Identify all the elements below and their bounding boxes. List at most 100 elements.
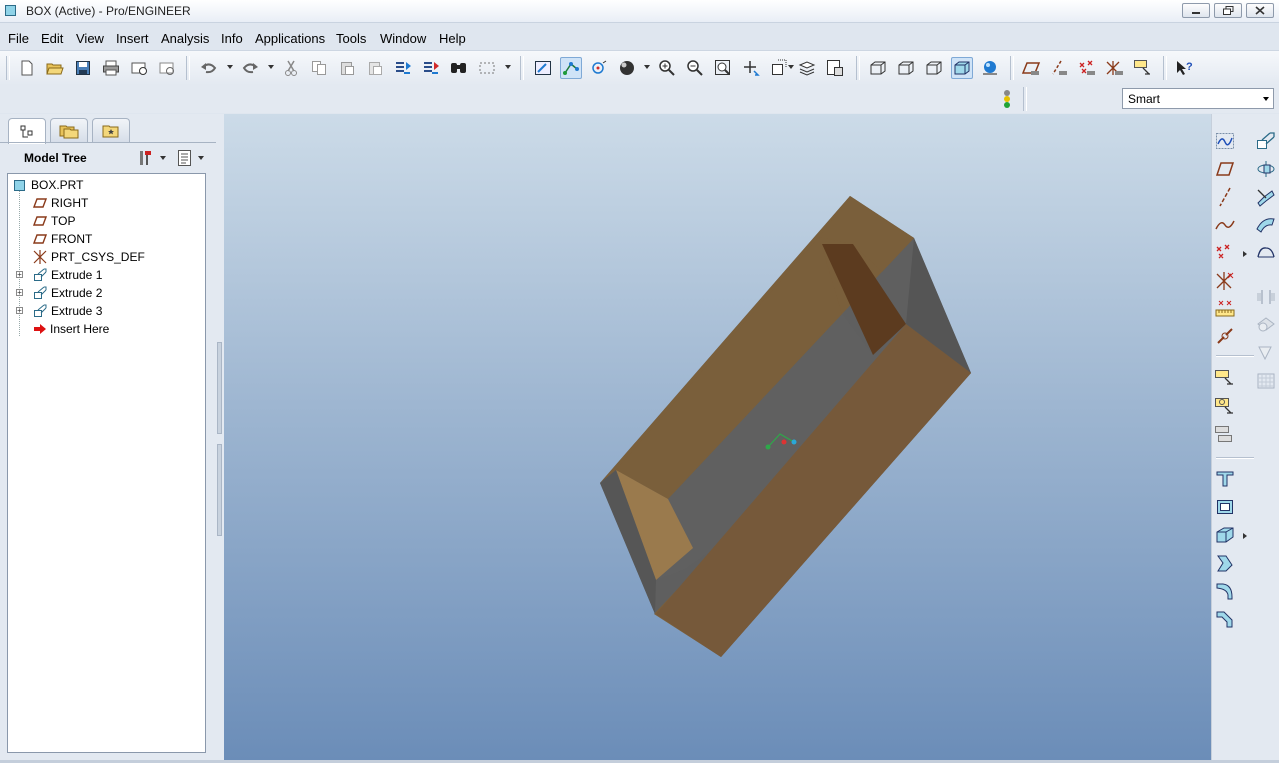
menu-insert[interactable]: Insert (116, 31, 149, 46)
sweep-dropdown-arrow[interactable] (1243, 533, 1247, 539)
extrude-tool-icon[interactable] (1214, 468, 1236, 490)
datum-axes-icon[interactable] (1048, 57, 1070, 79)
chamfer-tool-icon[interactable] (1214, 608, 1236, 630)
cut-icon[interactable] (280, 57, 302, 79)
tree-item-right[interactable]: RIGHT (8, 194, 203, 212)
menu-edit[interactable]: Edit (41, 31, 63, 46)
boundary-blend-icon[interactable] (1255, 242, 1277, 264)
refit-icon[interactable] (712, 57, 734, 79)
enhanced-realism-icon[interactable] (979, 57, 1001, 79)
datum-points-icon[interactable] (1076, 57, 1098, 79)
annotation-feature-icon[interactable] (1214, 368, 1236, 390)
select-box-icon[interactable] (476, 57, 498, 79)
shading-icon[interactable] (951, 57, 973, 79)
tree-item-extrude-1[interactable]: + Extrude 1 (8, 266, 203, 284)
layers-icon[interactable] (796, 57, 818, 79)
tree-item-extrude-3[interactable]: + Extrude 3 (8, 302, 203, 320)
tree-settings-icon[interactable] (135, 147, 157, 169)
appearance-dropdown-arrow[interactable] (644, 65, 650, 69)
hidden-line-icon[interactable] (895, 57, 917, 79)
variable-sweep-icon[interactable] (1214, 524, 1236, 546)
datum-plane-tool-icon[interactable] (1214, 158, 1236, 180)
maximize-button[interactable] (1214, 3, 1242, 18)
extrude-shape-icon[interactable] (1255, 130, 1277, 152)
copy-icon[interactable] (308, 57, 330, 79)
view-manager-icon[interactable] (824, 57, 846, 79)
wireframe-icon[interactable] (867, 57, 889, 79)
tree-item-prt-csys-def[interactable]: PRT_CSYS_DEF (8, 248, 203, 266)
annotations-icon[interactable] (1132, 57, 1154, 79)
note-feature-icon[interactable] (1214, 396, 1236, 418)
publish-geometry-icon[interactable] (1214, 326, 1236, 348)
tree-show-icon[interactable] (174, 147, 196, 169)
blend-boundary-icon[interactable] (1214, 552, 1236, 574)
context-help-icon[interactable]: ? (1174, 57, 1196, 79)
menu-info[interactable]: Info (221, 31, 243, 46)
regenerate-icon[interactable] (392, 57, 414, 79)
paste-icon[interactable] (336, 57, 358, 79)
open-icon[interactable] (44, 57, 66, 79)
repaint-icon[interactable] (532, 57, 554, 79)
find-icon[interactable] (448, 57, 470, 79)
set-datum-icon[interactable] (1214, 424, 1236, 446)
regenerate-manager-icon[interactable] (420, 57, 442, 79)
tree-item-extrude-2[interactable]: + Extrude 2 (8, 284, 203, 302)
menu-file[interactable]: File (8, 31, 29, 46)
datum-curve-tool-icon[interactable] (1214, 214, 1236, 236)
analysis-feature-icon[interactable] (1214, 298, 1236, 320)
pattern-icon[interactable] (1255, 370, 1277, 392)
tree-item-top[interactable]: TOP (8, 212, 203, 230)
splitter-grip[interactable] (217, 342, 222, 434)
select-dropdown-arrow[interactable] (505, 65, 511, 69)
mirror-icon[interactable] (1255, 286, 1277, 308)
tree-item-insert-here[interactable]: Insert Here (8, 320, 203, 338)
datum-axis-tool-icon[interactable] (1214, 186, 1236, 208)
tree-item-box-prt[interactable]: BOX.PRT (8, 176, 203, 194)
trim-icon[interactable] (1255, 342, 1277, 364)
model-tree-tab[interactable] (8, 118, 46, 144)
orient-mode-icon[interactable] (588, 57, 610, 79)
zoom-out-icon[interactable] (684, 57, 706, 79)
no-hidden-icon[interactable] (923, 57, 945, 79)
datum-planes-icon[interactable] (1020, 57, 1042, 79)
print-icon[interactable] (100, 57, 122, 79)
tree-settings-dropdown-arrow[interactable] (160, 156, 166, 160)
saved-views-icon[interactable] (768, 57, 790, 79)
datum-point-dropdown-arrow[interactable] (1243, 251, 1247, 257)
csys-tool-icon[interactable] (1214, 270, 1236, 292)
save-icon[interactable] (72, 57, 94, 79)
new-icon[interactable] (16, 57, 38, 79)
undo-dropdown-arrow[interactable] (227, 65, 233, 69)
status-light-icon[interactable] (996, 88, 1018, 110)
email-link-icon[interactable] (156, 57, 178, 79)
favorites-tab[interactable] (92, 118, 130, 142)
menu-applications[interactable]: Applications (255, 31, 325, 46)
tree-show-dropdown-arrow[interactable] (198, 156, 204, 160)
sweep-shape-icon[interactable] (1255, 186, 1277, 208)
reorient-icon[interactable] (740, 57, 762, 79)
round-tool-icon[interactable] (1214, 580, 1236, 602)
undo-icon[interactable] (198, 57, 220, 79)
expand-icon[interactable]: + (16, 289, 23, 297)
zoom-in-icon[interactable] (656, 57, 678, 79)
redo-icon[interactable] (239, 57, 261, 79)
menu-view[interactable]: View (76, 31, 104, 46)
revolve-shape-icon[interactable] (1255, 158, 1277, 180)
menu-window[interactable]: Window (380, 31, 426, 46)
panel-splitter[interactable] (216, 114, 224, 763)
email-icon[interactable] (128, 57, 150, 79)
sketched-curve-icon[interactable] (1214, 130, 1236, 152)
minimize-button[interactable] (1182, 3, 1210, 18)
splitter-grip[interactable] (217, 444, 222, 536)
folder-browser-tab[interactable] (50, 118, 88, 142)
spin-center-icon[interactable] (560, 57, 582, 79)
expand-icon[interactable]: + (16, 271, 23, 279)
saved-views-dropdown-arrow[interactable] (788, 65, 794, 69)
graphics-window[interactable] (224, 114, 1211, 760)
redo-dropdown-arrow[interactable] (268, 65, 274, 69)
menu-analysis[interactable]: Analysis (161, 31, 209, 46)
swept-blend-icon[interactable] (1255, 214, 1277, 236)
tree-item-front[interactable]: FRONT (8, 230, 203, 248)
revolve-tool-icon[interactable] (1214, 496, 1236, 518)
paste-special-icon[interactable] (364, 57, 386, 79)
